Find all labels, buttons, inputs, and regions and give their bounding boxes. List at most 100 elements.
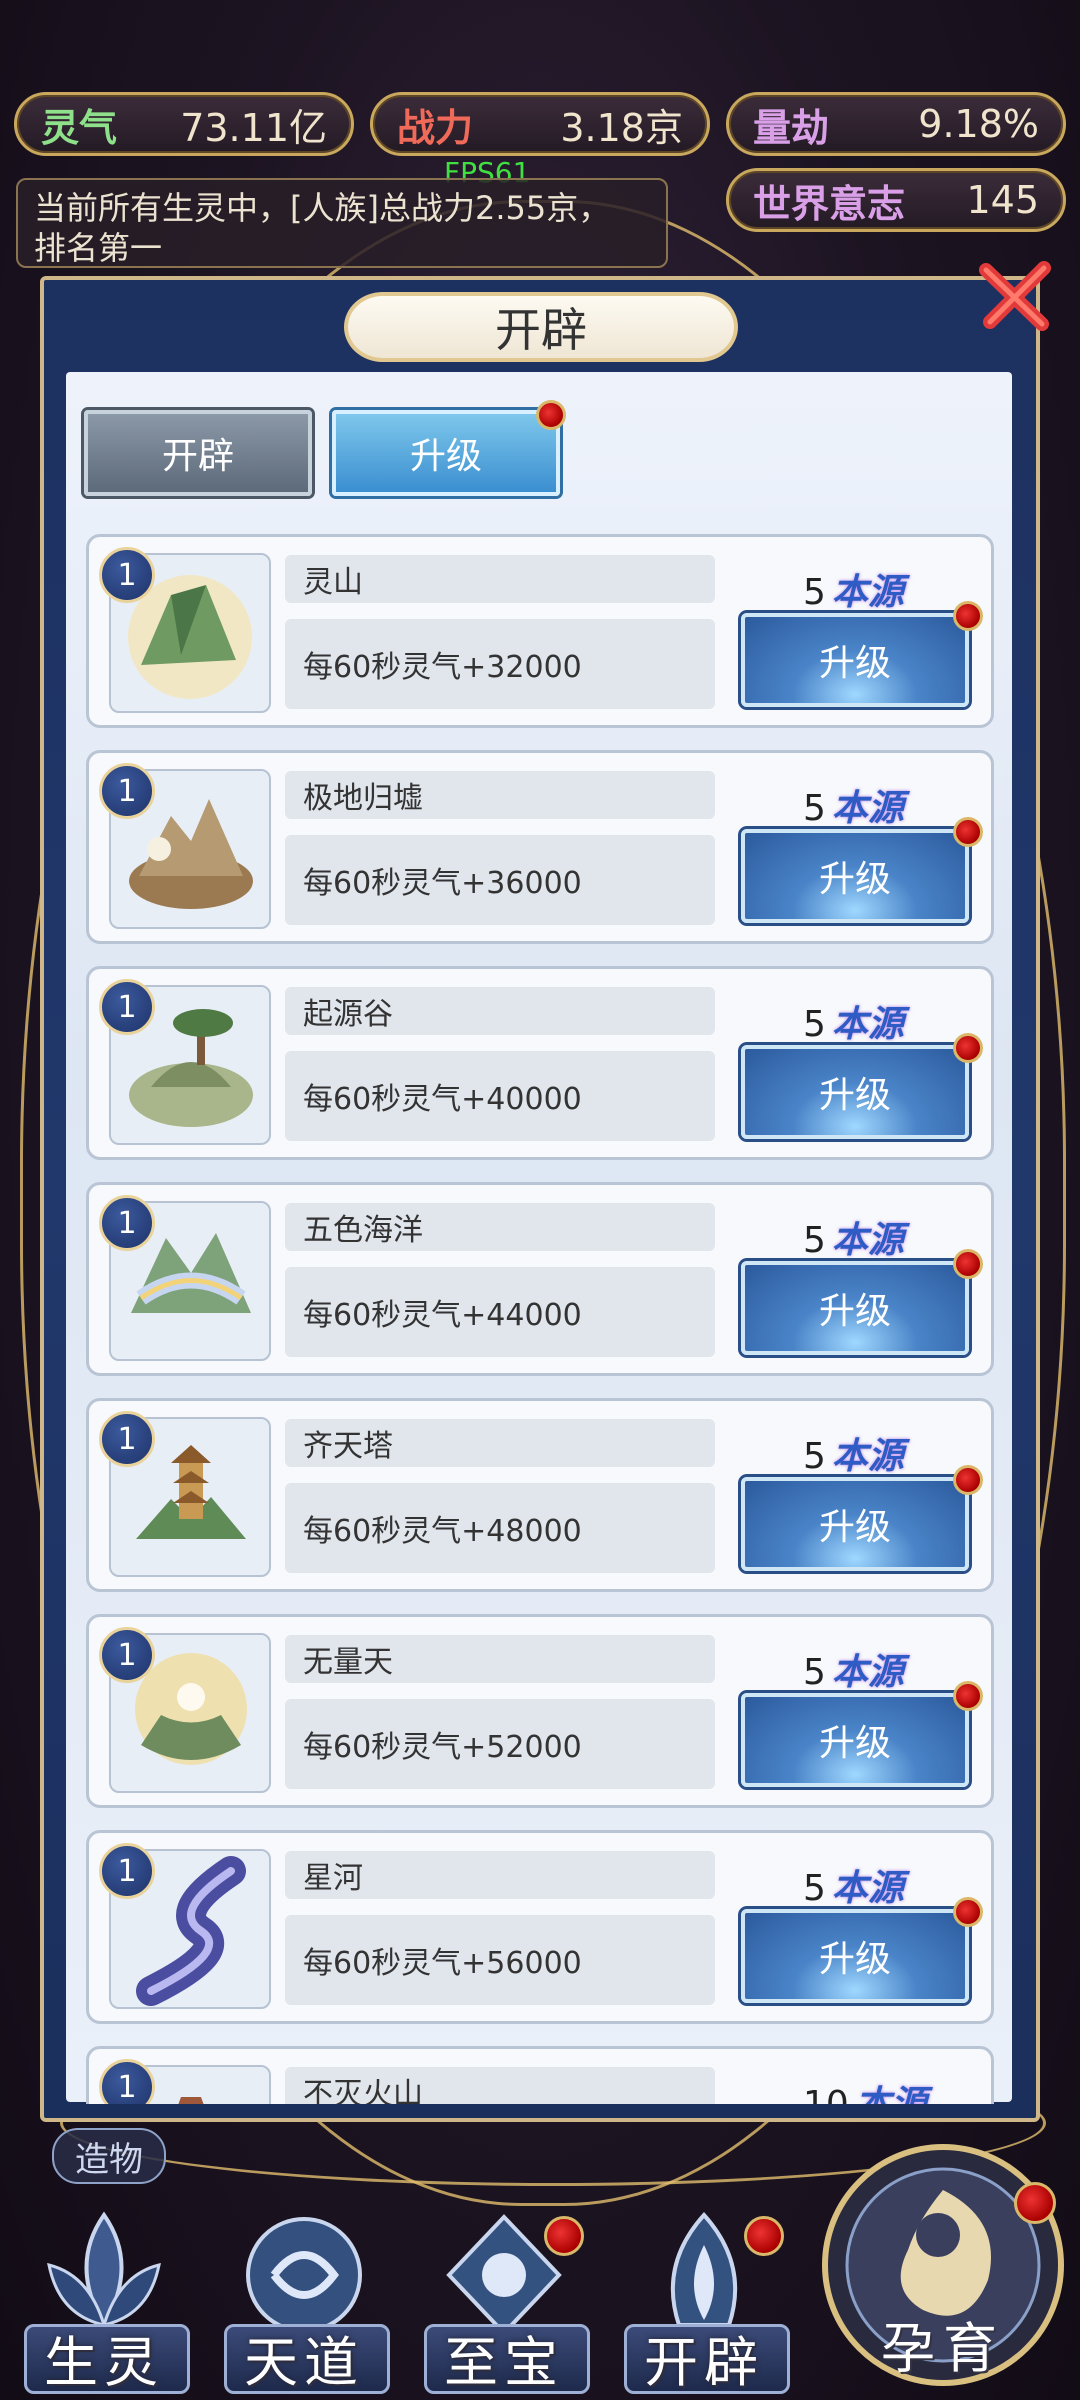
nav-shengling[interactable]: 生灵 <box>10 2200 198 2400</box>
yunyu-notification-dot <box>1014 2182 1056 2224</box>
upgrade-notification-dot <box>953 1465 983 1495</box>
yunyu-button[interactable]: 孕育 <box>818 2140 1068 2390</box>
cost-amount: 10 <box>803 2084 849 2104</box>
item-cost: 5 本源 <box>803 1859 904 1911</box>
upgrade-list[interactable]: 1 灵山 每60秒灵气+32000 5 本源 升级 1 极地归墟 每60秒灵气+3… <box>86 534 998 2104</box>
item-cost: 5 本源 <box>803 1427 904 1479</box>
cost-amount: 5 <box>803 788 826 829</box>
upgrade-notification-dot <box>953 1897 983 1927</box>
cost-unit: 本源 <box>831 1004 904 1045</box>
tab-kaipi[interactable]: 开辟 <box>84 410 312 496</box>
cost-amount: 5 <box>803 1868 826 1909</box>
nav-notification-dot <box>744 2216 784 2256</box>
item-cost: 10 本源 <box>803 2075 927 2104</box>
item-name: 灵山 <box>285 555 715 603</box>
item-effect: 每60秒灵气+32000 <box>285 619 715 709</box>
cost-amount: 5 <box>803 1004 826 1045</box>
item-effect: 每60秒灵气+52000 <box>285 1699 715 1789</box>
cost-unit: 本源 <box>831 1652 904 1693</box>
list-item: 1 五色海洋 每60秒灵气+44000 5 本源 升级 <box>86 1182 994 1376</box>
level-badge: 1 <box>99 1627 155 1683</box>
lingqi-value: 73.11亿 <box>180 105 327 150</box>
cost-unit: 本源 <box>855 2084 927 2104</box>
cost-amount: 5 <box>803 1436 826 1477</box>
close-button[interactable] <box>972 250 1062 340</box>
shijie-stat: 世界意志 145 <box>726 168 1066 232</box>
upgrade-button[interactable]: 升级 <box>741 1909 969 2003</box>
level-badge: 1 <box>99 1195 155 1251</box>
item-effect: 每60秒灵气+36000 <box>285 835 715 925</box>
list-item: 1 起源谷 每60秒灵气+40000 5 本源 升级 <box>86 966 994 1160</box>
upgrade-button[interactable]: 升级 <box>741 1261 969 1355</box>
upgrade-notification-dot <box>953 1681 983 1711</box>
zaowu-button[interactable]: 造物 <box>52 2128 166 2184</box>
list-item: 1 齐天塔 每60秒灵气+48000 5 本源 升级 <box>86 1398 994 1592</box>
list-item: 1 灵山 每60秒灵气+32000 5 本源 升级 <box>86 534 994 728</box>
cost-unit: 本源 <box>831 572 904 613</box>
cost-unit: 本源 <box>831 1220 904 1261</box>
item-cost: 5 本源 <box>803 1643 904 1695</box>
nav-label: 天道 <box>244 2330 364 2394</box>
item-effect: 每60秒灵气+56000 <box>285 1915 715 2005</box>
nav-label: 生灵 <box>44 2330 164 2394</box>
zhanli-value: 3.18京 <box>560 105 683 150</box>
zhanli-label: 战力 <box>397 105 474 150</box>
item-cost: 5 本源 <box>803 563 904 615</box>
item-name: 五色海洋 <box>285 1203 715 1251</box>
item-cost: 5 本源 <box>803 1211 904 1263</box>
item-name: 无量天 <box>285 1635 715 1683</box>
list-item: 1 无量天 每60秒灵气+52000 5 本源 升级 <box>86 1614 994 1808</box>
item-name: 不灭火山 <box>285 2067 715 2104</box>
nav-zhibao[interactable]: 至宝 <box>410 2200 598 2400</box>
lingqi-stat: 灵气 73.11亿 <box>14 92 354 156</box>
level-badge: 1 <box>99 1843 155 1899</box>
cost-amount: 5 <box>803 1220 826 1261</box>
nav-label: 至宝 <box>444 2330 564 2394</box>
upgrade-notification-dot <box>953 1033 983 1063</box>
liangjie-stat: 量劫 9.18% <box>726 92 1066 156</box>
liangjie-label: 量劫 <box>753 105 830 150</box>
nav-label: 开辟 <box>644 2330 764 2394</box>
item-name: 齐天塔 <box>285 1419 715 1467</box>
list-item: 1 星河 每60秒灵气+56000 5 本源 升级 <box>86 1830 994 2024</box>
level-badge: 1 <box>99 547 155 603</box>
panel-title: 开辟 <box>344 292 738 362</box>
item-cost: 5 本源 <box>803 779 904 831</box>
tab-shengji-notification-dot <box>536 400 566 430</box>
nav-kaipi[interactable]: 开辟 <box>610 2200 798 2400</box>
zhanli-stat: 战力 3.18京 <box>370 92 710 156</box>
nav-notification-dot <box>544 2216 584 2256</box>
ranking-notice: 当前所有生灵中，[人族]总战力2.55京， 排名第一 <box>16 178 668 268</box>
upgrade-button[interactable]: 升级 <box>741 829 969 923</box>
close-icon <box>979 261 1051 331</box>
upgrade-notification-dot <box>953 1249 983 1279</box>
upgrade-button[interactable]: 升级 <box>741 1693 969 1787</box>
notice-line-2: 排名第一 <box>34 229 163 267</box>
cost-unit: 本源 <box>831 1436 904 1477</box>
cost-amount: 5 <box>803 572 826 613</box>
cost-unit: 本源 <box>831 1868 904 1909</box>
level-badge: 1 <box>99 979 155 1035</box>
item-cost: 5 本源 <box>803 995 904 1047</box>
upgrade-button[interactable]: 升级 <box>741 1477 969 1571</box>
item-effect: 每60秒灵气+48000 <box>285 1483 715 1573</box>
shijie-value: 145 <box>966 178 1039 222</box>
shijie-label: 世界意志 <box>753 181 906 226</box>
item-name: 星河 <box>285 1851 715 1899</box>
upgrade-button[interactable]: 升级 <box>741 613 969 707</box>
tab-shengji[interactable]: 升级 <box>332 410 560 496</box>
upgrade-button[interactable]: 升级 <box>741 1045 969 1139</box>
upgrade-notification-dot <box>953 601 983 631</box>
lingqi-label: 灵气 <box>41 105 118 150</box>
upgrade-notification-dot <box>953 817 983 847</box>
item-effect: 每60秒灵气+40000 <box>285 1051 715 1141</box>
notice-line-1: 当前所有生灵中，[人族]总战力2.55京， <box>34 189 611 227</box>
yunyu-label: 孕育 <box>881 2316 1005 2380</box>
nav-tiandao[interactable]: 天道 <box>210 2200 398 2400</box>
cost-amount: 5 <box>803 1652 826 1693</box>
cost-unit: 本源 <box>831 788 904 829</box>
item-name: 极地归墟 <box>285 771 715 819</box>
item-effect: 每60秒灵气+44000 <box>285 1267 715 1357</box>
liangjie-value: 9.18% <box>918 102 1039 146</box>
level-badge: 1 <box>99 763 155 819</box>
